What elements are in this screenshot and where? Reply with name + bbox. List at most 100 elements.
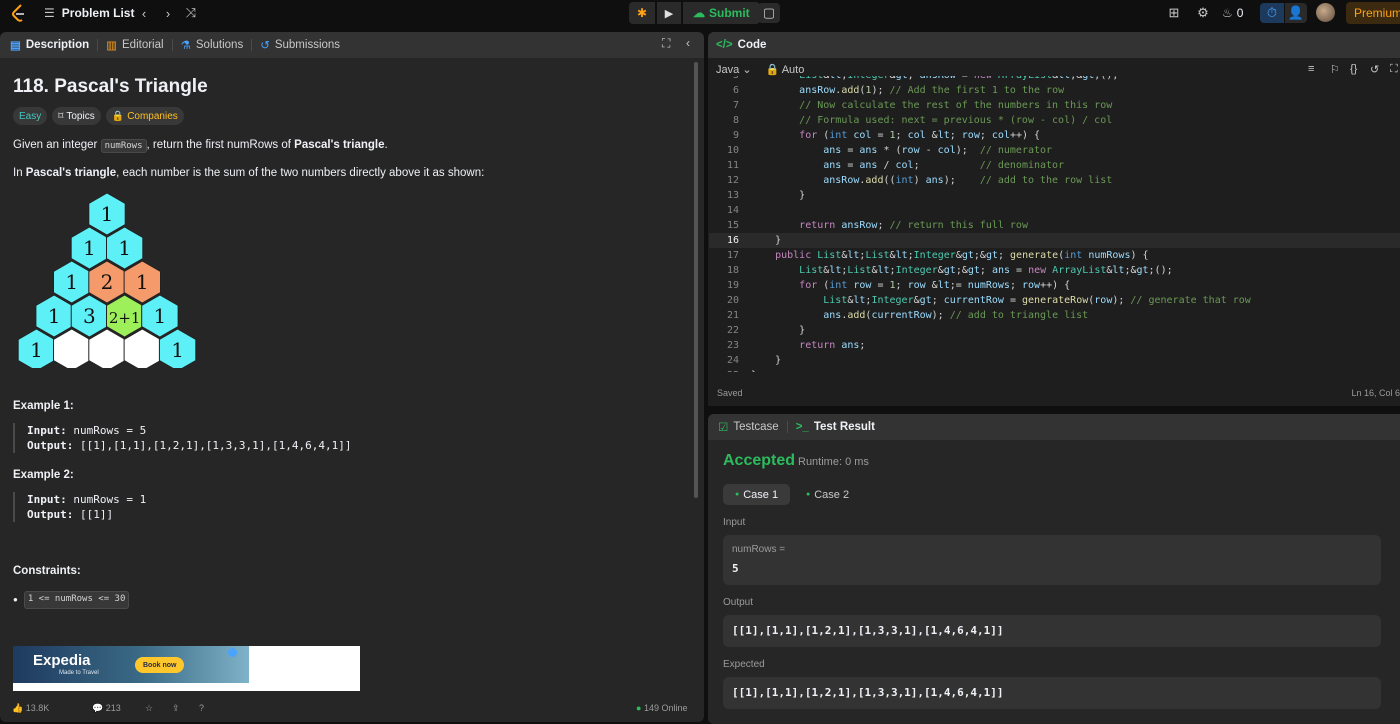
code-line[interactable]: 18 List&lt;List&lt;Integer&gt;&gt; ans =… — [709, 263, 1400, 278]
share-icon[interactable]: ⇪ — [172, 703, 180, 714]
code-panel-header: </> Code — [708, 32, 1400, 58]
tab-editorial[interactable]: ▥ Editorial — [98, 32, 171, 58]
code-line[interactable]: 16 } — [709, 233, 1400, 248]
input-value: 5 — [732, 562, 739, 575]
example2-title: Example 2: — [13, 469, 74, 481]
tab-code[interactable]: </> Code — [708, 32, 774, 58]
code-line[interactable]: 17 public List&lt;List&lt;Integer&gt;&gt… — [709, 248, 1400, 263]
random-problem-button[interactable]: ⤨ — [180, 3, 202, 23]
flask-icon: ⚗ — [180, 40, 191, 52]
line-number: 21 — [726, 310, 739, 321]
debug-button[interactable]: ✱ — [629, 2, 655, 24]
add-user-icon: 👤 — [1287, 5, 1305, 20]
code-line[interactable]: 5 List&lt;Integer&gt; ansRow = new Array… — [709, 76, 1400, 83]
ad-info-icon[interactable] — [228, 648, 237, 657]
notes-button[interactable]: ▢ — [758, 3, 780, 23]
timer-button[interactable]: ⏱ — [1260, 3, 1284, 23]
premium-button[interactable]: Premium — [1346, 2, 1400, 24]
fullscreen-icon[interactable]: ⛶ — [1390, 63, 1398, 76]
tab-solutions[interactable]: ⚗ Solutions — [173, 32, 252, 58]
streak-counter[interactable]: ♨ 0 — [1222, 0, 1243, 26]
code-line[interactable]: 9 for (int col = 1; col &lt; row; col++)… — [709, 128, 1400, 143]
next-problem-button[interactable]: › — [157, 3, 179, 23]
code-text: List&lt;Integer&gt; currentRow = generat… — [823, 295, 1251, 306]
avatar[interactable] — [1316, 3, 1335, 22]
output-value: [[1],[1,1],[1,2,1],[1,3,3,1],[1,4,6,4,1]… — [732, 624, 1004, 637]
code-line[interactable]: 15 return ansRow; // return this full ro… — [709, 218, 1400, 233]
problem-list-link[interactable]: ☰ Problem List — [44, 0, 134, 26]
code-line[interactable]: 10 ans = ans * (row - col); // numerator — [709, 143, 1400, 158]
list-icon: ☰ — [44, 6, 55, 20]
code-line[interactable]: 21 ans.add(currentRow); // add to triang… — [709, 308, 1400, 323]
history-icon: ↺ — [260, 40, 270, 52]
code-line[interactable]: 13 } — [709, 188, 1400, 203]
topics-badge[interactable]: ⌑ Topics — [52, 107, 101, 125]
code-line[interactable]: 19 for (int row = 1; row &lt;= numRows; … — [709, 278, 1400, 293]
code-line[interactable]: 20 List&lt;Integer&gt; currentRow = gene… — [709, 293, 1400, 308]
code-line[interactable]: 12 ansRow.add((int) ans); // add to the … — [709, 173, 1400, 188]
collapse-chevron-icon[interactable]: ‹ — [686, 36, 690, 50]
submit-button[interactable]: ☁ Submit — [683, 2, 760, 24]
code-editor[interactable]: 5 List&lt;Integer&gt; ansRow = new Array… — [709, 76, 1400, 372]
runtime: Runtime: 0 ms — [798, 456, 869, 468]
code-line[interactable]: 11 ans = ans / col; // denominator — [709, 158, 1400, 173]
star-icon[interactable]: ☆ — [145, 703, 153, 714]
code-text: ansRow.add((int) ans); // add to the row… — [823, 175, 1113, 186]
code-line[interactable]: 23 return ans; — [709, 338, 1400, 353]
constraint-item: ● 1 <= numRows <= 30 — [13, 591, 130, 609]
tab-test-result[interactable]: >_ Test Result — [788, 414, 883, 440]
companies-badge[interactable]: 🔒 Companies — [105, 107, 184, 125]
layout-button[interactable]: ⊞ — [1163, 3, 1185, 23]
code-line[interactable]: 22 } — [709, 323, 1400, 338]
code-line[interactable]: 14 — [709, 203, 1400, 218]
line-number: 5 — [709, 76, 739, 83]
code-line[interactable]: 24 } — [709, 353, 1400, 368]
code-text: } — [751, 325, 806, 336]
ad-cta-button[interactable]: Book now — [135, 657, 185, 673]
terminal-icon: >_ — [795, 421, 809, 433]
tab-submissions[interactable]: ↺ Submissions — [252, 32, 348, 58]
hex-value: 3 — [83, 304, 96, 328]
tab-description[interactable]: ▤ Description — [0, 32, 97, 58]
autocomplete-toggle[interactable]: 🔒 Auto — [766, 63, 805, 76]
pass-dot: ● — [806, 491, 811, 498]
code-line[interactable]: 7 // Now calculate the rest of the numbe… — [709, 98, 1400, 113]
run-button[interactable]: ▶ — [657, 2, 681, 24]
hex-cell — [53, 328, 91, 368]
hex-value: 1 — [136, 270, 149, 294]
case2-tab[interactable]: ● Case 2 — [796, 484, 859, 505]
scrollbar[interactable] — [694, 62, 698, 498]
tab-testcase[interactable]: ☑ Testcase — [708, 414, 787, 440]
ad-banner[interactable]: Expedia Made to Travel Book now — [13, 646, 360, 691]
description-panel: ▤ Description ▥ Editorial ⚗ Solutions ↺ … — [0, 32, 704, 722]
comments-button[interactable]: 💬 213 — [92, 703, 121, 714]
code-text: List&lt;List&lt;Integer&gt;&gt; ans = ne… — [799, 265, 1173, 276]
code-text: return ansRow; // return this full row — [799, 220, 1028, 231]
bookmark-icon[interactable]: ⚐ — [1330, 63, 1340, 76]
code-text: // Now calculate the rest of the numbers… — [799, 100, 1113, 111]
leetcode-logo-icon[interactable] — [11, 4, 27, 22]
comment-icon: 💬 — [92, 703, 104, 713]
braces-icon[interactable]: {} — [1350, 63, 1357, 75]
maximize-icon[interactable]: ⛶ — [662, 36, 670, 51]
format-icon[interactable]: ≡ — [1308, 63, 1314, 75]
input-box: numRows = 5 — [723, 535, 1381, 585]
invite-button[interactable]: 👤 — [1285, 3, 1307, 23]
language-select[interactable]: Java ⌄ — [716, 63, 752, 76]
settings-button[interactable]: ⚙ — [1192, 3, 1214, 23]
run-controls: ✱ ▶ ☁ Submit — [629, 2, 760, 24]
reset-icon[interactable]: ↺ — [1370, 63, 1379, 76]
expected-label: Expected — [723, 659, 765, 670]
line-number: 19 — [726, 280, 739, 291]
code-line[interactable]: 8 // Formula used: next = previous * (ro… — [709, 113, 1400, 128]
code-line[interactable]: 6 ansRow.add(1); // Add the first 1 to t… — [709, 83, 1400, 98]
output-box: [[1],[1,1],[1,2,1],[1,3,3,1],[1,4,6,4,1]… — [723, 615, 1381, 647]
hex-value: 1 — [101, 202, 114, 226]
prev-problem-button[interactable]: ‹ — [133, 3, 155, 23]
code-line[interactable]: 25} — [709, 368, 1400, 372]
like-button[interactable]: 👍 13.8K — [12, 703, 49, 714]
case1-tab[interactable]: ● Case 1 — [723, 484, 791, 505]
flame-icon: ♨ — [1222, 6, 1233, 20]
checkbox-icon: ☑ — [718, 422, 729, 434]
help-icon[interactable]: ? — [199, 703, 204, 713]
